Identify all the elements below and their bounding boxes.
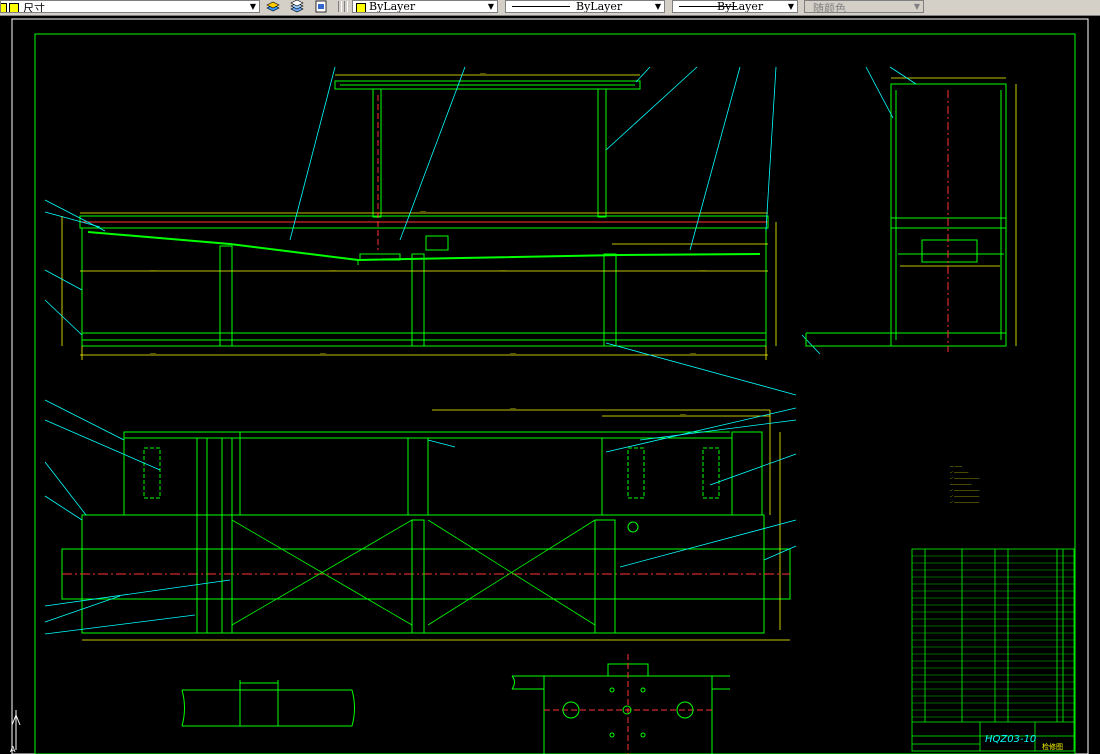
drawing-canvas[interactable]: ___ ___ ___ ___ ___ ___ ___ ___ ___ ___ … [0,15,1100,754]
detail-b [511,654,730,754]
layers-icon [266,1,280,12]
chevron-down-icon: ▼ [913,2,921,11]
plotstyle-value: 随颜色 [813,2,846,13]
svg-text:___: ___ [319,349,327,354]
parts-list-rows [912,555,1074,718]
dimstyle-combo[interactable]: 尺寸 ▼ [0,0,260,13]
chevron-down-icon[interactable]: ▼ [785,1,797,12]
svg-text:__ ____: __ ____ [949,463,962,467]
color-combo[interactable]: ByLayer ▼ [352,0,498,13]
drawing-frame [34,33,1076,754]
svg-text:_. ______________: _. ______________ [949,493,979,497]
dimstyle-swatch-icon [1,3,7,12]
svg-text:_. ______________: _. ______________ [949,475,979,479]
toolbar-separator [344,1,348,12]
layers-icon-button[interactable] [266,0,280,13]
svg-text:___: ___ [509,404,517,409]
svg-text:___: ___ [499,266,507,271]
chevron-down-icon[interactable]: ▼ [652,1,664,12]
layer-previous-icon [315,0,327,13]
plan-view [44,399,797,641]
layer-states-icon-button[interactable] [290,0,304,13]
technical-notes: __ ____ _. ________ _. ______________ __… [949,463,979,503]
svg-text:___: ___ [329,266,337,271]
part-name: 检修图 [1042,742,1063,751]
toolbar-separator [338,1,342,12]
color-swatch-icon [356,3,366,12]
sheet-border [11,18,1089,754]
lineweight-combo[interactable]: ByLayer ▼ [672,0,798,13]
dimstyle-value: 尺寸 [23,2,45,13]
cad-drawing: ___ ___ ___ ___ ___ ___ ___ ___ ___ ___ … [10,18,1089,754]
linetype-preview-icon [512,6,570,7]
svg-text:____________: ____________ [949,481,972,485]
svg-text:_. ______________: _. ______________ [949,487,979,491]
svg-text:_. ________: _. ________ [949,469,969,473]
side-view [805,66,1017,352]
dimension-texts: ___ ___ ___ ___ ___ ___ ___ ___ ___ ___ … [149,69,707,415]
svg-text:___: ___ [679,410,687,415]
drawing-number: HQZ03-10 [985,734,1036,745]
linetype-value: ByLayer [576,0,623,13]
svg-text:___: ___ [419,207,427,212]
linetype-combo[interactable]: ByLayer ▼ [505,0,665,13]
dimstyle-swatch-icon [9,3,19,12]
detail-a [181,680,355,727]
svg-text:___: ___ [689,349,697,354]
chevron-down-icon[interactable]: ▼ [485,1,497,12]
svg-text:___: ___ [509,349,517,354]
svg-text:___: ___ [699,266,707,271]
layer-previous-icon-button[interactable] [314,0,328,13]
properties-toolbar: 尺寸 ▼ ByLayer ▼ ByLayer ▼ ByLayer ▼ 随颜色 ▼ [0,0,1100,16]
svg-text:___: ___ [149,349,157,354]
color-value: ByLayer [369,0,416,13]
svg-text:___: ___ [149,266,157,271]
parts-list [911,548,1075,752]
svg-text:A: A [10,745,16,754]
svg-text:___: ___ [479,69,487,74]
plotstyle-combo: 随颜色 ▼ [804,0,924,13]
chevron-down-icon[interactable]: ▼ [247,1,259,12]
front-view [44,66,821,396]
svg-text:_. ______________: _. ______________ [949,499,979,503]
lineweight-value: ByLayer [717,0,764,13]
layer-states-icon [290,0,304,13]
